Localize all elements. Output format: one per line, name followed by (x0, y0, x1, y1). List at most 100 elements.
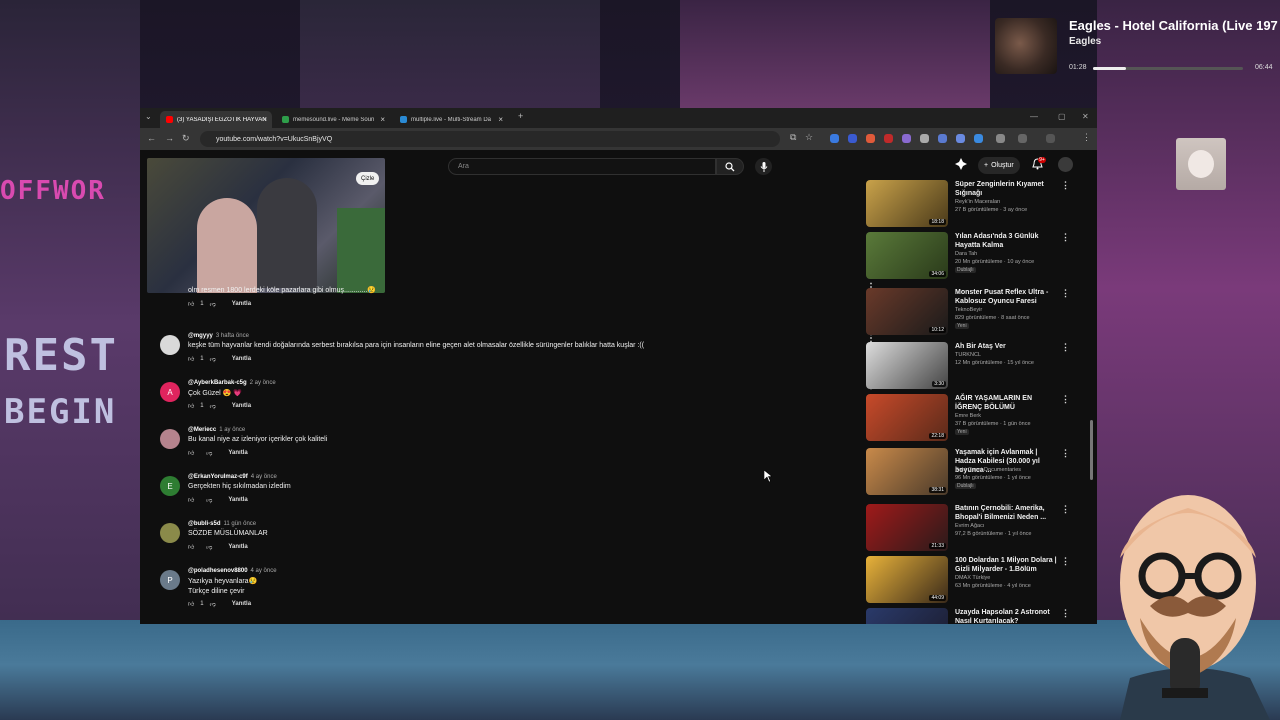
extension-icon[interactable] (884, 134, 893, 143)
channel-name[interactable]: Emre Berk (955, 413, 981, 419)
author-name[interactable]: @poladhesenov8800 (188, 568, 248, 574)
video-thumbnail[interactable] (866, 608, 948, 624)
comment-time[interactable]: 4 ay önce (251, 474, 277, 480)
reply-button[interactable]: Yanıtla (228, 497, 247, 503)
video-thumbnail[interactable]: 44:09 (866, 556, 948, 603)
like-icon[interactable]: 👍︎ (188, 543, 194, 551)
video-title[interactable]: Uzayda Hapsolan 2 Astronot Nasıl Kurtarı… (955, 608, 1059, 624)
comment-author[interactable]: @mgyyy 3 hafta önce (188, 333, 249, 339)
window-close-icon[interactable]: ✕ (1082, 112, 1089, 121)
video-menu-icon[interactable]: ⋮ (1061, 504, 1070, 515)
extension-icon[interactable] (938, 134, 947, 143)
video-menu-icon[interactable]: ⋮ (1061, 342, 1070, 353)
comment-author[interactable]: @ErkanYorulmaz-c9f 4 ay önce (188, 474, 277, 480)
video-thumbnail[interactable]: 34:06 (866, 232, 948, 279)
comment-author[interactable]: @poladhesenov8800 4 ay önce (188, 568, 277, 574)
dislike-icon[interactable]: 👎︎ (210, 600, 216, 608)
video-menu-icon[interactable]: ⋮ (1061, 232, 1070, 243)
reply-button[interactable]: Yanıtla (232, 601, 251, 607)
comment-author[interactable]: @AyberkBarbak-c5g 2 ay önce (188, 380, 276, 386)
video-title[interactable]: AĞIR YAŞAMLARIN EN İĞRENÇ BÖLÜMÜ (955, 394, 1059, 412)
reply-button[interactable]: Yanıtla (232, 356, 251, 362)
comment-time[interactable]: 4 ay önce (251, 568, 277, 574)
recommended-video[interactable]: 38:31 Yaşamak için Avlanmak | Hadza Kabi… (866, 448, 1071, 498)
recommended-video[interactable]: 18:18 Süper Zenginlerin Kıyamet Sığınağı… (866, 180, 1071, 230)
channel-name[interactable]: DMAX Türkiye (955, 575, 990, 581)
video-thumbnail[interactable]: 21:33 (866, 504, 948, 551)
channel-name[interactable]: TeknoBeyir (955, 307, 982, 313)
video-menu-icon[interactable]: ⋮ (1061, 608, 1070, 619)
like-icon[interactable]: 👍︎ (188, 600, 194, 608)
author-name[interactable]: @Meriecc (188, 427, 216, 433)
commenter-avatar[interactable] (160, 335, 180, 355)
video-thumbnail[interactable]: 10:12 (866, 288, 948, 335)
maximize-icon[interactable]: ▢ (1058, 112, 1066, 121)
tab-search-icon[interactable]: ⌄ (145, 112, 152, 121)
extension-icon[interactable] (920, 134, 929, 143)
extension-icon[interactable] (902, 134, 911, 143)
forward-icon[interactable]: → (165, 133, 174, 143)
comment-author[interactable]: @Meriecc 1 ay önce (188, 427, 245, 433)
video-menu-icon[interactable]: ⋮ (1061, 556, 1070, 567)
video-title[interactable]: Monster Pusat Reflex Ultra - Kablosuz Oy… (955, 288, 1059, 306)
extension-icon[interactable] (866, 134, 875, 143)
reply-button[interactable]: Yanıtla (232, 403, 251, 409)
author-name[interactable]: @bubli-s5d (188, 521, 221, 527)
dislike-icon[interactable]: 👎︎ (210, 402, 216, 410)
like-icon[interactable]: 👍︎ (188, 449, 194, 457)
reply-button[interactable]: Yanıtla (232, 301, 251, 307)
channel-name[interactable]: Reyk'in Maceraları (955, 199, 1000, 205)
like-icon[interactable]: 👍︎ (188, 300, 194, 308)
comment-time[interactable]: 3 hafta önce (216, 333, 249, 339)
back-icon[interactable]: ← (147, 133, 156, 143)
comment-time[interactable]: 11 gün önce (224, 521, 257, 527)
commenter-avatar[interactable]: A (160, 382, 180, 402)
video-player[interactable]: Çizle (147, 158, 385, 293)
video-title[interactable]: Ah Bir Ataş Ver (955, 342, 1059, 351)
video-menu-icon[interactable]: ⋮ (1061, 394, 1070, 405)
close-icon[interactable]: × (498, 115, 503, 124)
new-tab-button[interactable]: + (518, 111, 523, 121)
menu-icon[interactable]: ⋮ (1082, 132, 1091, 143)
comment-time[interactable]: 2 ay önce (250, 380, 276, 386)
video-thumbnail[interactable]: 3:30 (866, 342, 948, 389)
comment-time[interactable]: 1 ay önce (219, 427, 245, 433)
recommended-video[interactable]: Uzayda Hapsolan 2 Astronot Nasıl Kurtarı… (866, 608, 1071, 624)
tab-memesound[interactable]: memesound.live - Meme Soun × (276, 111, 390, 128)
close-icon[interactable]: × (380, 115, 385, 124)
account-avatar[interactable] (1058, 157, 1073, 172)
commenter-avatar[interactable]: P (160, 570, 180, 590)
author-name[interactable]: @mgyyy (188, 333, 213, 339)
extension-icon[interactable] (974, 134, 983, 143)
video-thumbnail[interactable]: 38:31 (866, 448, 948, 495)
search-input[interactable]: Ara (448, 158, 716, 175)
like-icon[interactable]: 👍︎ (188, 355, 194, 363)
video-menu-icon[interactable]: ⋮ (1061, 288, 1070, 299)
video-title[interactable]: 100 Dolardan 1 Milyon Dolara | Gizli Mil… (955, 556, 1059, 574)
page-scrollbar[interactable] (1090, 420, 1093, 480)
commenter-avatar[interactable]: E (160, 476, 180, 496)
download-icon[interactable] (1046, 134, 1055, 143)
commenter-avatar[interactable] (160, 429, 180, 449)
recommended-video[interactable]: 21:33 Batının Çernobili: Amerika, Bhopal… (866, 504, 1071, 554)
video-title[interactable]: Yılan Adası'nda 3 Günlük Hayatta Kalma (955, 232, 1059, 250)
cast-icon[interactable]: ⧉ (790, 132, 796, 143)
channel-name[interactable]: TURKNCL (955, 352, 981, 358)
tab-youtube[interactable]: (3) YASADIŞI EGZOTİK HAYVAN × (160, 111, 272, 128)
recommended-video[interactable]: 34:06 Yılan Adası'nda 3 Günlük Hayatta K… (866, 232, 1071, 282)
comment-author[interactable]: @bubli-s5d 11 gün önce (188, 521, 256, 527)
like-icon[interactable]: 👍︎ (188, 402, 194, 410)
sidebar-icon[interactable] (1018, 134, 1027, 143)
dislike-icon[interactable]: 👎︎ (210, 300, 216, 308)
recommended-video[interactable]: 44:09 100 Dolardan 1 Milyon Dolara | Giz… (866, 556, 1071, 606)
video-menu-icon[interactable]: ⋮ (1061, 180, 1070, 191)
commenter-avatar[interactable] (160, 523, 180, 543)
channel-name[interactable]: Rahi Cenet Documentaries (955, 467, 1021, 473)
video-menu-icon[interactable]: ⋮ (1061, 448, 1070, 459)
search-button[interactable] (716, 158, 744, 175)
address-bar[interactable]: youtube.com/watch?v=UkucSnBjyVQ (200, 131, 780, 147)
recommended-video[interactable]: 22:18 AĞIR YAŞAMLARIN EN İĞRENÇ BÖLÜMÜ Em… (866, 394, 1071, 444)
recommended-video[interactable]: 10:12 Monster Pusat Reflex Ultra - Kablo… (866, 288, 1071, 338)
puzzle-icon[interactable] (996, 134, 1005, 143)
bookmark-star-icon[interactable]: ☆ (805, 132, 813, 143)
